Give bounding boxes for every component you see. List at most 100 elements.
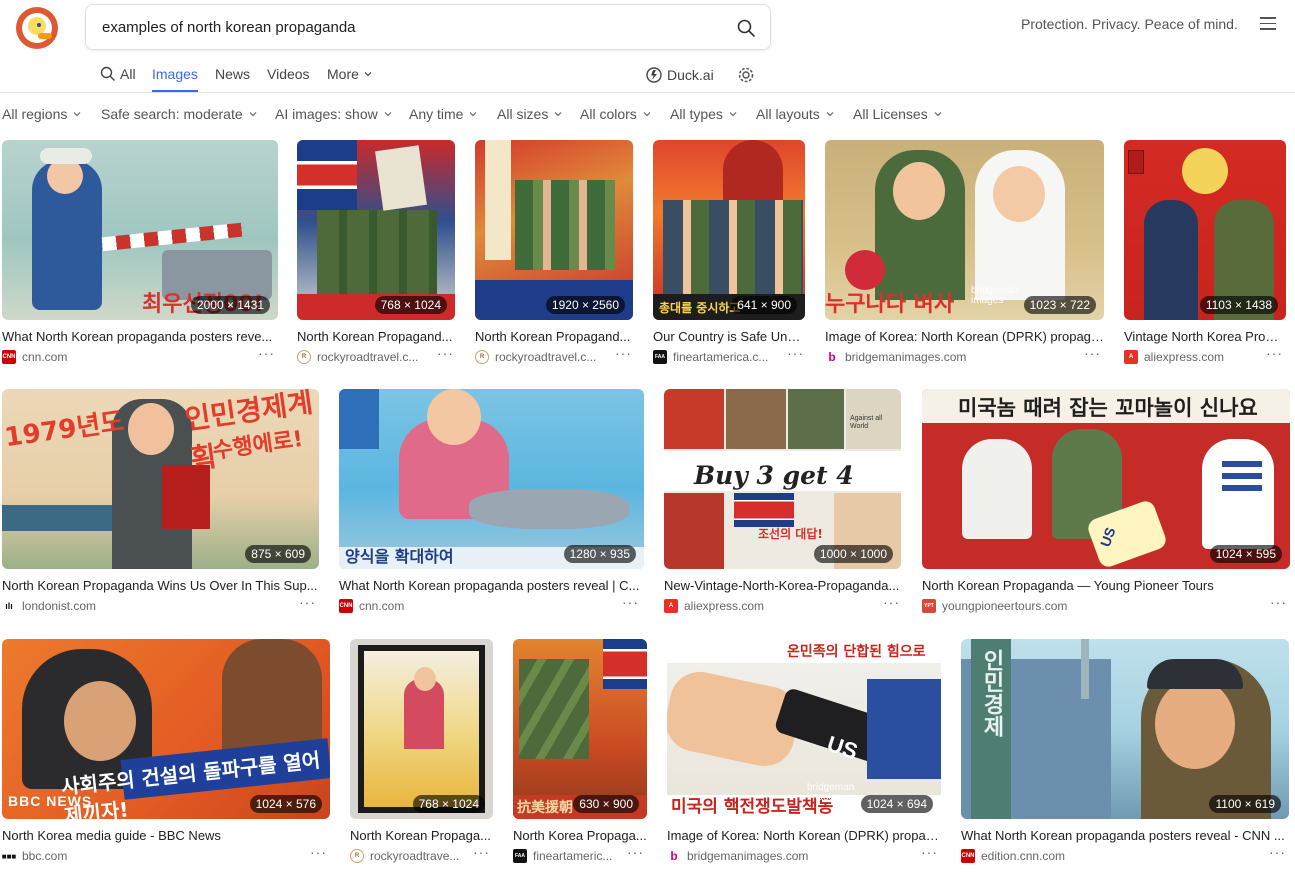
gear-icon[interactable] [737,66,755,84]
result-thumbnail[interactable]: 온민족의 단합된 힘으로 US 미국의 핵전쟁도발책동 bridgeman im… [667,639,941,819]
more-options-icon[interactable]: ··· [883,594,900,610]
poster-slogan: 조선의 대답! [758,527,823,541]
filter-safe-search[interactable]: Safe search: moderate [101,106,257,122]
result-caption[interactable]: Image of Korea: North Korean (DPRK) prop… [667,828,941,843]
result-source[interactable]: CNN cnn.com [2,350,67,364]
result-caption[interactable]: What North Korean propaganda posters rev… [339,578,641,593]
result-caption[interactable]: Our Country is Safe Und... [653,329,805,344]
poster-slogan: 양식을 확대하여 [345,547,454,566]
result-caption[interactable]: Vintage North Korea Prop... [1124,329,1282,344]
filter-colors[interactable]: All colors [580,106,651,122]
tagline: Protection. Privacy. Peace of mind. [1021,16,1238,32]
more-options-icon[interactable]: ··· [1084,345,1101,361]
search-input[interactable] [102,18,722,36]
more-options-icon[interactable]: ··· [258,345,275,361]
result-caption[interactable]: North Korea Propaga... [513,828,647,843]
filter-time[interactable]: Any time [409,106,477,122]
result-source[interactable]: CNN cnn.com [339,599,404,613]
image-dimensions: 630 × 900 [573,795,639,813]
fineartamerica-favicon-icon: FAA [653,350,667,364]
result-source[interactable]: R rockyroadtravel.c... [297,350,418,364]
result-caption[interactable]: New-Vintage-North-Korea-Propaganda... [664,578,901,593]
search-icon[interactable] [736,18,756,38]
result-source[interactable]: ■■■ bbc.com [2,849,67,863]
image-dimensions: 1024 × 576 [249,795,322,813]
tab-images[interactable]: Images [152,66,198,92]
result-thumbnail[interactable]: 1103 × 1438 [1124,140,1286,320]
result-caption[interactable]: Image of Korea: North Korean (DPRK) prop… [825,329,1104,344]
result-thumbnail[interactable]: 768 × 1024 [350,639,493,819]
result-caption[interactable]: North Korean Propaganda Wins Us Over In … [2,578,319,593]
duckduckgo-logo[interactable] [16,7,58,49]
result-source[interactable]: A aliexpress.com [664,599,764,613]
result-thumbnail[interactable]: 인민경제 1100 × 619 [961,639,1289,819]
result-thumbnail[interactable]: 양식을 확대하여 1280 × 935 [339,389,644,569]
menu-icon[interactable] [1260,17,1276,31]
poster-slogan: 온민족의 단합된 힘으로 [787,644,926,660]
poster-slogan: 누구나다 벼사 [825,292,955,317]
search-box[interactable] [85,4,771,50]
result-source[interactable]: R rockyroadtravel.c... [475,350,596,364]
result-source[interactable]: FAA fineartameric... [513,849,612,863]
source-label: aliexpress.com [684,599,765,613]
result-caption[interactable]: What North Korean propaganda posters rev… [961,828,1287,843]
more-options-icon[interactable]: ··· [615,345,632,361]
result-source[interactable]: ılı londonist.com [2,599,96,613]
tab-videos[interactable]: Videos [267,66,310,82]
more-options-icon[interactable]: ··· [473,844,490,860]
result-thumbnail[interactable]: 사회주의 건설의 돌파구를 열어제끼자! BBC NEWS 1024 × 576 [2,639,330,819]
result-source[interactable]: R rockyroadtrave... [350,849,459,863]
result-thumbnail[interactable]: 1920 × 2560 [475,140,633,320]
image-dimensions: 1920 × 2560 [545,296,625,314]
more-options-icon[interactable]: ··· [921,844,938,860]
duck-ai-link[interactable]: Duck.ai [645,66,714,84]
more-options-icon[interactable]: ··· [310,844,327,860]
tab-news[interactable]: News [215,66,250,82]
result-thumbnail[interactable]: 총대를 중시하고 641 × 900 [653,140,805,320]
rockyroad-favicon-icon: R [297,350,311,364]
tab-label: All [120,66,136,82]
result-thumbnail[interactable]: 1979년도 인민경제계획 수행에로! 875 × 609 [2,389,319,569]
cnn-favicon-icon: CNN [961,849,975,863]
result-caption[interactable]: North Korean Propaganda — Young Pioneer … [922,578,1290,593]
image-dimensions: 875 × 609 [245,545,311,563]
result-caption[interactable]: North Korean Propaga... [350,828,493,843]
image-dimensions: 1024 × 694 [860,795,933,813]
more-options-icon[interactable]: ··· [1270,594,1287,610]
result-source[interactable]: b bridgemanimages.com [667,849,808,863]
more-options-icon[interactable]: ··· [627,844,644,860]
more-options-icon[interactable]: ··· [1266,345,1283,361]
chevron-down-icon [554,112,562,117]
more-options-icon[interactable]: ··· [437,345,454,361]
result-caption[interactable]: North Korea media guide - BBC News [2,828,330,843]
result-source[interactable]: FAA fineartamerica.c... [653,350,768,364]
result-thumbnail[interactable]: Against all World Buy 3 get 4 조선의 대답! 10… [664,389,901,569]
filter-sizes[interactable]: All sizes [497,106,562,122]
result-caption[interactable]: North Korean Propagand... [475,329,633,344]
result-thumbnail[interactable]: 누구나다 벼사 bridgeman images 1023 × 722 [825,140,1104,320]
filter-layouts[interactable]: All layouts [756,106,834,122]
filter-label: All Licenses [853,106,928,122]
result-caption[interactable]: North Korean Propagand... [297,329,455,344]
tab-all[interactable]: All [100,66,136,82]
result-source[interactable]: CNN edition.cnn.com [961,849,1065,863]
filter-ai-images[interactable]: AI images: show [275,106,392,122]
filter-licenses[interactable]: All Licenses [853,106,942,122]
result-source[interactable]: A aliexpress.com [1124,350,1224,364]
bridgeman-favicon-icon: b [667,849,681,863]
result-thumbnail[interactable]: 최우선정00! 2000 × 1431 [2,140,278,320]
search-icon [100,66,115,81]
result-thumbnail[interactable]: 768 × 1024 [297,140,455,320]
more-options-icon[interactable]: ··· [299,594,316,610]
result-source[interactable]: b bridgemanimages.com [825,350,966,364]
filter-types[interactable]: All types [670,106,737,122]
more-options-icon[interactable]: ··· [1269,844,1286,860]
result-source[interactable]: YPT youngpioneertours.com [922,599,1067,613]
more-options-icon[interactable]: ··· [787,345,804,361]
tab-more[interactable]: More [327,66,373,82]
result-thumbnail[interactable]: 미국놈 때려 잡는 꼬마놀이 신나요 US 1024 × 595 [922,389,1290,569]
more-options-icon[interactable]: ··· [622,594,639,610]
result-thumbnail[interactable]: 抗美援朝 630 × 900 [513,639,647,819]
result-caption[interactable]: What North Korean propaganda posters rev… [2,329,278,344]
filter-regions[interactable]: All regions [2,106,81,122]
